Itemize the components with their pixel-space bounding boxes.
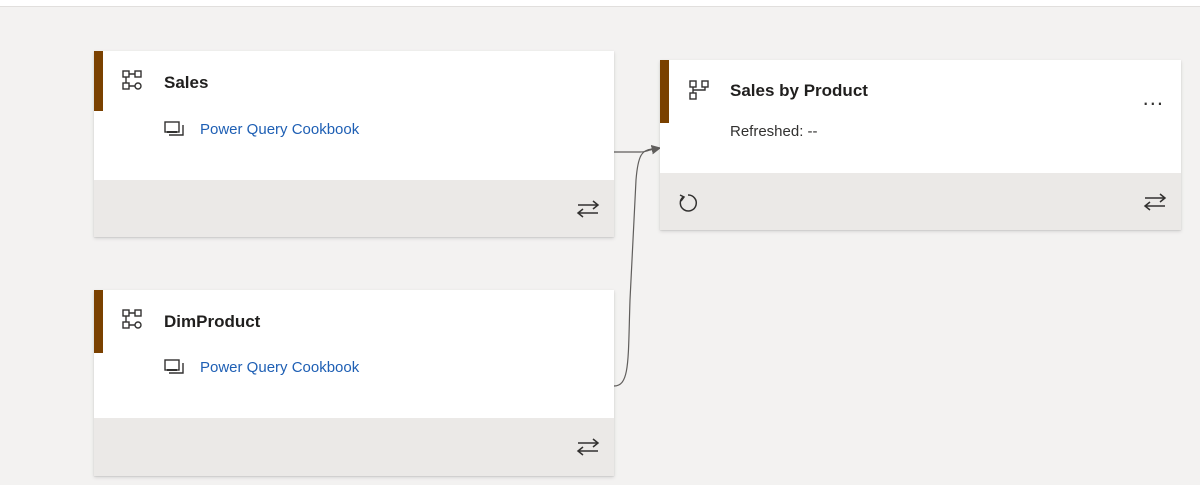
swap-arrows-icon[interactable]: [1141, 191, 1169, 213]
card-title: Sales: [164, 73, 209, 92]
swap-arrows-icon[interactable]: [574, 198, 602, 220]
card-accent: [94, 51, 103, 111]
query-tree-icon: [122, 70, 142, 90]
card-dimproduct[interactable]: DimProduct Power Query Cookbook: [94, 290, 614, 476]
source-link[interactable]: Power Query Cookbook: [164, 120, 359, 138]
connector-sales-to-sales-by-product: [614, 144, 662, 155]
connector-dimproduct-to-sales-by-product: [613, 148, 653, 387]
card-title: DimProduct: [164, 312, 261, 331]
refresh-status: Refreshed: --: [730, 123, 818, 140]
card-title: Sales by Product: [730, 81, 868, 100]
more-options-button[interactable]: ...: [1143, 87, 1164, 109]
card-accent: [660, 60, 669, 123]
card-sales[interactable]: Sales Power Query Cookbook: [94, 51, 614, 237]
query-tree-icon: [122, 309, 142, 329]
card-footer: [94, 180, 614, 237]
card-accent: [94, 290, 103, 353]
refresh-icon[interactable]: [676, 191, 700, 215]
source-label: Power Query Cookbook: [200, 358, 360, 376]
source-label: Power Query Cookbook: [200, 120, 360, 138]
dataset-icon: [164, 359, 184, 374]
card-sales-by-product[interactable]: Sales by Product ... Refreshed: --: [660, 60, 1181, 230]
source-link[interactable]: Power Query Cookbook: [164, 358, 359, 376]
card-footer: [660, 173, 1181, 230]
dataset-icon: [164, 121, 184, 136]
card-footer: [94, 418, 614, 476]
swap-arrows-icon[interactable]: [574, 436, 602, 458]
dataflow-icon: [689, 80, 709, 100]
